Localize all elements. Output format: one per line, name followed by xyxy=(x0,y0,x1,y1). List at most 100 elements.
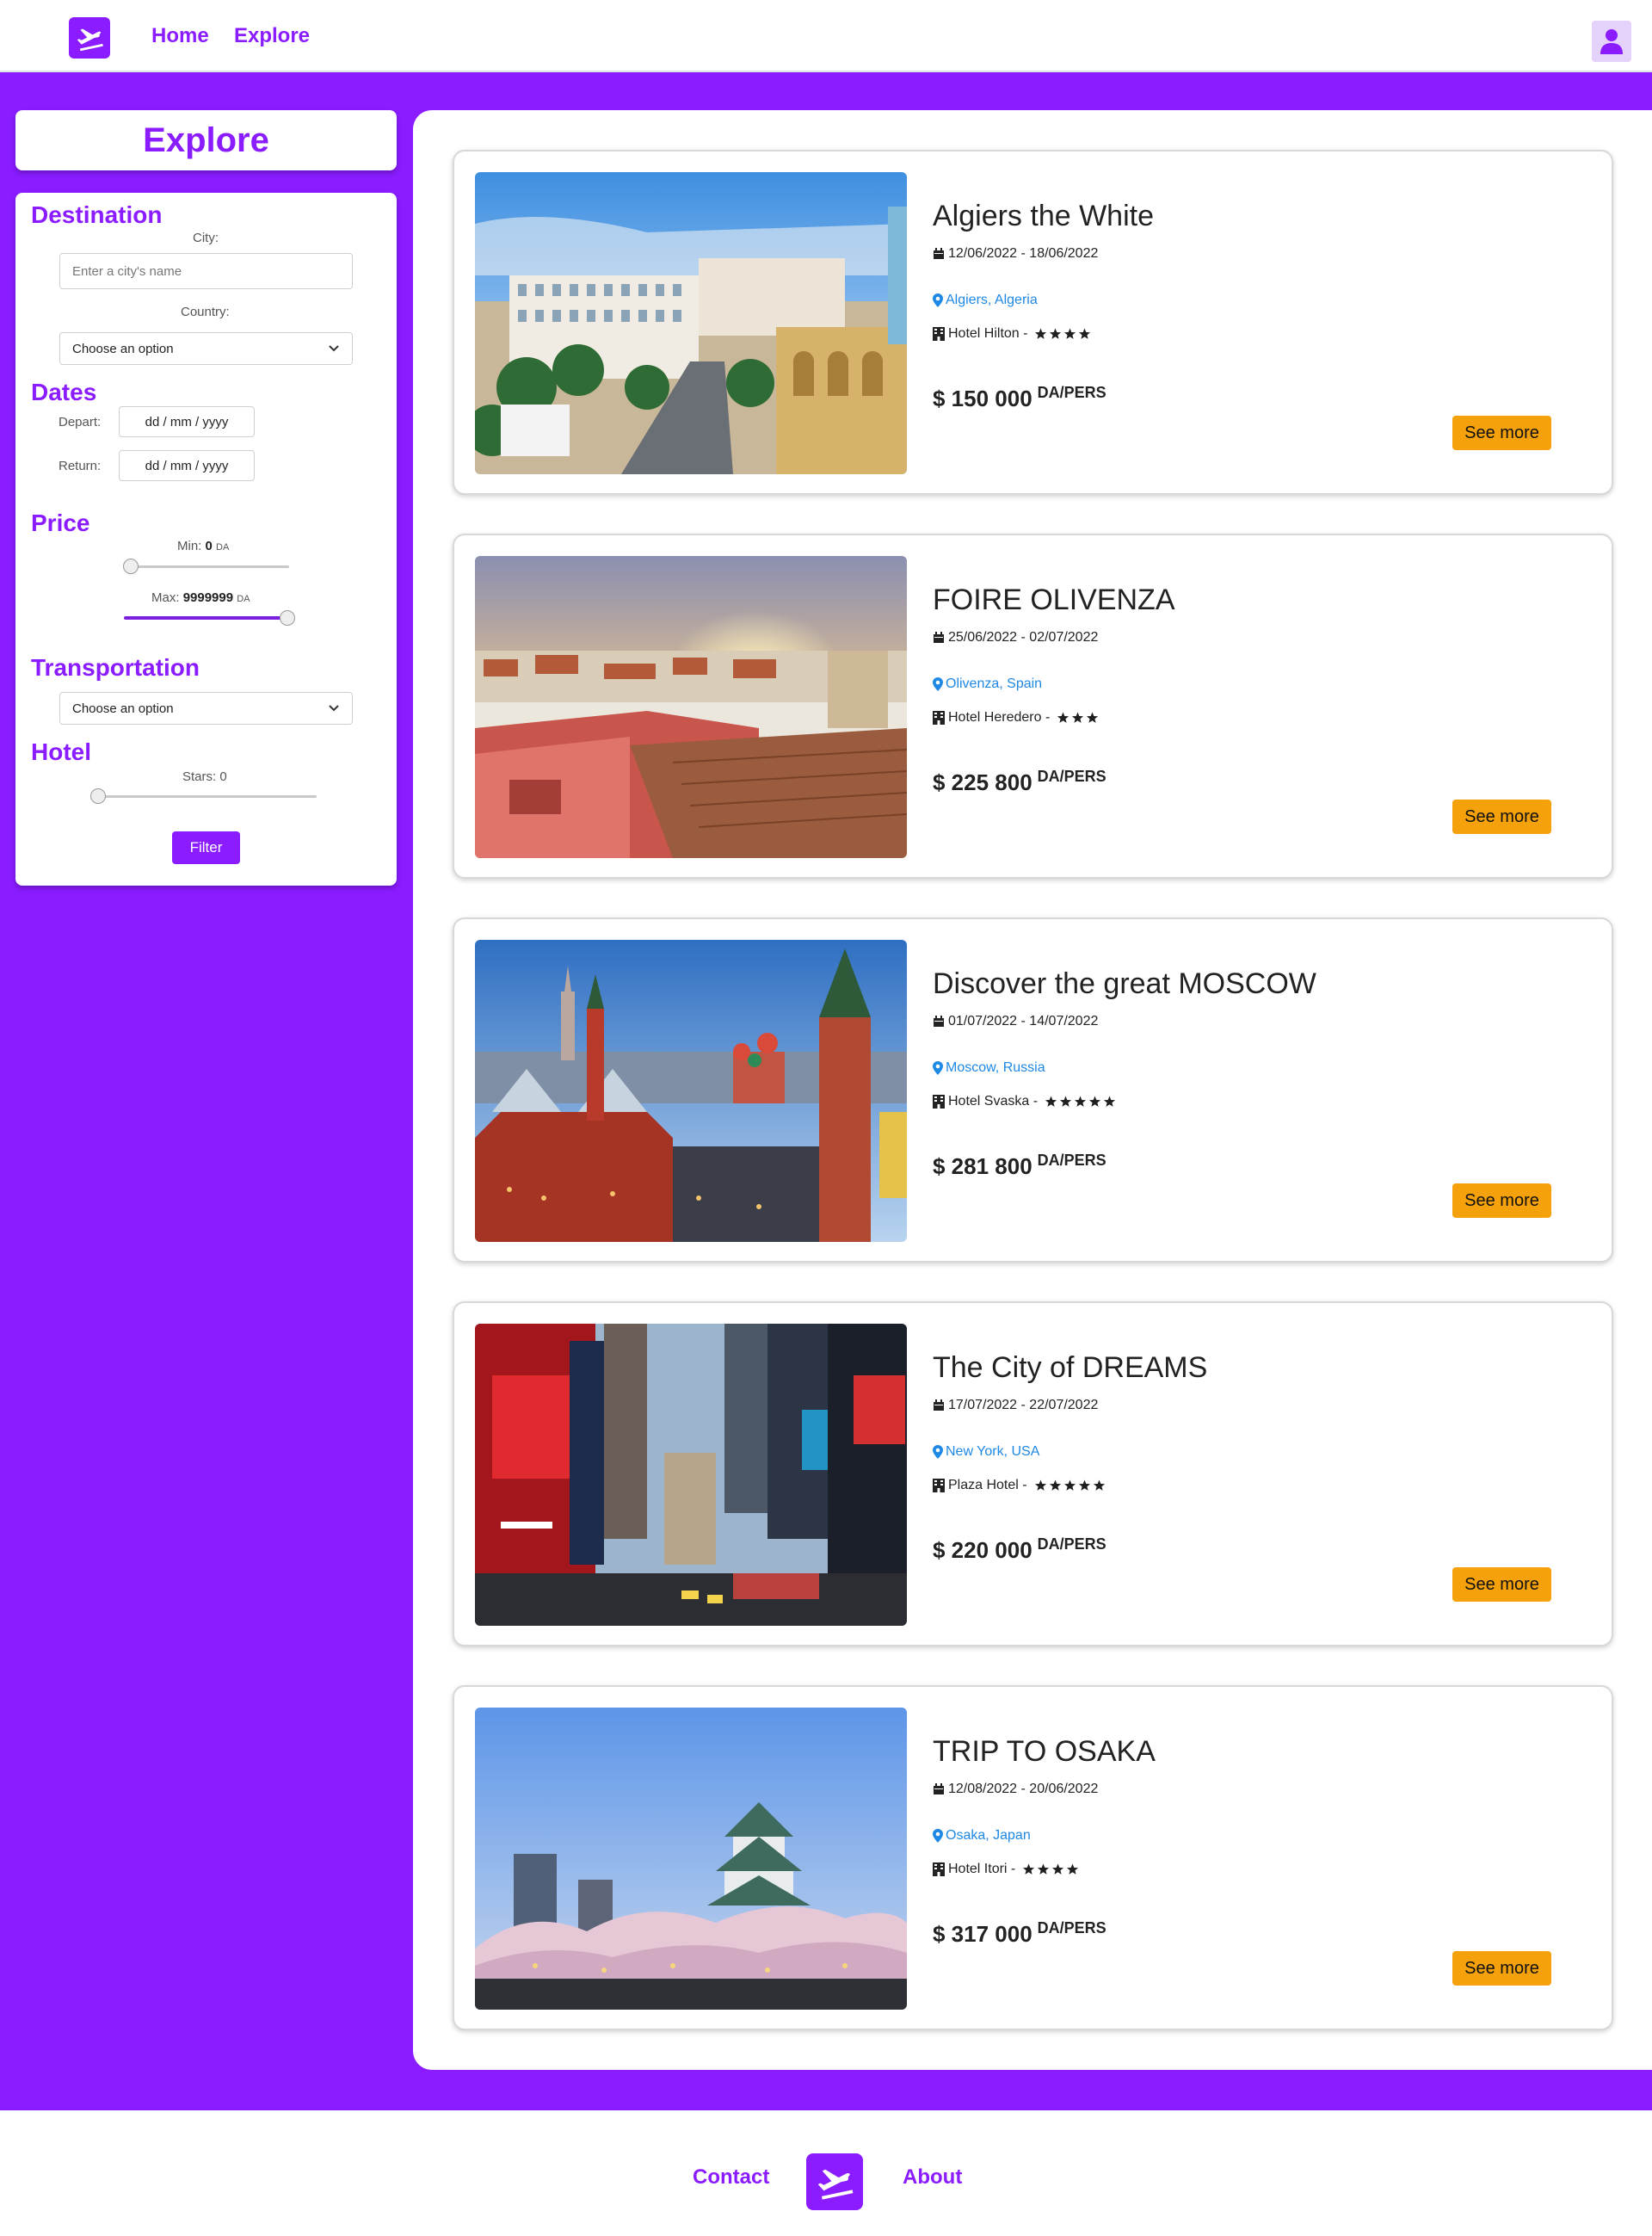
price-max-label: Max: 9999999 DA xyxy=(151,590,250,605)
trip-image-olivenza[interactable] xyxy=(475,556,907,858)
nav-home-link[interactable]: Home xyxy=(151,24,209,48)
trip-price-unit: DA/PERS xyxy=(1037,768,1106,785)
stars-slider-thumb[interactable] xyxy=(90,788,106,804)
user-icon xyxy=(1600,29,1623,54)
return-date-input[interactable]: dd / mm / yyyy xyxy=(119,450,255,481)
star-icon xyxy=(1072,712,1084,723)
map-pin-icon xyxy=(933,1445,943,1459)
return-label: Return: xyxy=(59,459,102,473)
price-max-slider-fill[interactable] xyxy=(124,616,287,620)
see-more-button[interactable]: See more xyxy=(1452,800,1551,834)
map-pin-icon xyxy=(933,1829,943,1843)
trip-dates: 12/08/2022 - 20/06/2022 xyxy=(933,1782,1098,1797)
trip-hotel-text: Hotel Svaska - xyxy=(948,1094,1039,1109)
trip-price: $ 225 800 DA/PERS xyxy=(933,768,1106,796)
trip-hotel: Hotel Heredero - xyxy=(933,710,1099,726)
price-max-slider-thumb[interactable] xyxy=(280,610,295,626)
filter-button[interactable]: Filter xyxy=(172,831,240,864)
map-pin-icon xyxy=(933,677,943,691)
hotel-stars xyxy=(1057,712,1099,724)
see-more-button[interactable]: See more xyxy=(1452,1567,1551,1602)
footer-about-link[interactable]: About xyxy=(903,2165,962,2190)
trip-location[interactable]: Osaka, Japan xyxy=(933,1828,1031,1844)
country-select[interactable]: Choose an option xyxy=(59,332,353,365)
see-more-button[interactable]: See more xyxy=(1452,1951,1551,1986)
star-icon xyxy=(1074,1096,1087,1107)
trip-dates-text: 17/07/2022 - 22/07/2022 xyxy=(948,1398,1099,1412)
star-icon xyxy=(1078,1479,1090,1491)
hotel-stars xyxy=(1045,1096,1116,1108)
trip-dates-text: 01/07/2022 - 14/07/2022 xyxy=(948,1014,1099,1028)
trip-price: $ 220 000 DA/PERS xyxy=(933,1535,1106,1564)
price-min-value: 0 xyxy=(205,539,213,553)
trip-image-moscow[interactable] xyxy=(475,940,907,1242)
hotel-stars xyxy=(1034,1479,1106,1492)
star-icon xyxy=(1049,1479,1061,1491)
trip-location[interactable]: New York, USA xyxy=(933,1444,1039,1460)
trip-price-value: $ 150 000 xyxy=(933,386,1032,411)
depart-label: Depart: xyxy=(59,415,102,429)
user-account-button[interactable] xyxy=(1592,21,1631,62)
star-icon xyxy=(1079,328,1091,339)
brand-logo[interactable] xyxy=(69,17,110,59)
country-label: Country: xyxy=(181,305,230,319)
nav-explore-link[interactable]: Explore xyxy=(234,24,310,48)
trip-image-algiers[interactable] xyxy=(475,172,907,474)
trip-price-unit: DA/PERS xyxy=(1037,1535,1106,1553)
trip-image-new-york[interactable] xyxy=(475,1324,907,1626)
airplane-icon xyxy=(817,2169,854,2200)
trip-hotel: Hotel Itori - xyxy=(933,1862,1079,1877)
see-more-button[interactable]: See more xyxy=(1452,1183,1551,1218)
trip-dates: 12/06/2022 - 18/06/2022 xyxy=(933,246,1098,262)
trip-price-value: $ 220 000 xyxy=(933,1537,1032,1563)
trip-dates: 17/07/2022 - 22/07/2022 xyxy=(933,1398,1098,1413)
trip-price: $ 150 000 DA/PERS xyxy=(933,384,1106,412)
calendar-icon xyxy=(934,1016,944,1027)
star-icon xyxy=(1067,1863,1079,1875)
transportation-select-value: Choose an option xyxy=(72,701,174,716)
star-icon xyxy=(1023,1863,1035,1875)
trip-price-unit: DA/PERS xyxy=(1037,1919,1106,1936)
trip-dates: 01/07/2022 - 14/07/2022 xyxy=(933,1014,1098,1029)
trip-dates-text: 12/08/2022 - 20/06/2022 xyxy=(948,1782,1099,1796)
star-icon xyxy=(1038,1863,1050,1875)
trip-card: Discover the great MOSCOW 01/07/2022 - 1… xyxy=(453,917,1613,1263)
trip-hotel-text: Hotel Itori - xyxy=(948,1862,1016,1876)
footer-contact-link[interactable]: Contact xyxy=(693,2165,769,2190)
calendar-icon xyxy=(934,1783,944,1794)
chevron-down-icon xyxy=(329,705,339,712)
trip-location[interactable]: Olivenza, Spain xyxy=(933,676,1042,692)
trip-title: The City of DREAMS xyxy=(933,1351,1208,1384)
building-icon xyxy=(933,1479,945,1492)
hotel-stars xyxy=(1022,1863,1079,1875)
price-min-label: Min: 0 DA xyxy=(177,539,229,553)
star-icon xyxy=(1064,328,1076,339)
star-icon xyxy=(1087,712,1099,723)
trip-title: FOIRE OLIVENZA xyxy=(933,584,1175,616)
building-icon xyxy=(933,711,945,725)
depart-date-input[interactable]: dd / mm / yyyy xyxy=(119,406,255,437)
price-max-currency: DA xyxy=(237,594,250,604)
trip-price-value: $ 225 800 xyxy=(933,769,1032,795)
star-icon xyxy=(1088,1096,1101,1107)
trip-location[interactable]: Moscow, Russia xyxy=(933,1060,1045,1076)
footer-logo[interactable] xyxy=(806,2153,863,2210)
stars-value: 0 xyxy=(219,769,227,784)
trip-location[interactable]: Algiers, Algeria xyxy=(933,293,1038,308)
price-section-title: Price xyxy=(31,510,90,536)
see-more-button[interactable]: See more xyxy=(1452,416,1551,450)
transportation-select[interactable]: Choose an option xyxy=(59,692,353,725)
star-icon xyxy=(1103,1096,1116,1107)
star-icon xyxy=(1057,712,1069,723)
building-icon xyxy=(933,1862,945,1876)
trip-dates: 25/06/2022 - 02/07/2022 xyxy=(933,630,1098,645)
trip-image-osaka[interactable] xyxy=(475,1708,907,2010)
top-navbar: Home Explore xyxy=(0,0,1652,72)
map-pin-icon xyxy=(933,1061,943,1075)
price-min-slider-track[interactable] xyxy=(131,565,289,568)
trip-price: $ 281 800 DA/PERS xyxy=(933,1152,1106,1180)
calendar-icon xyxy=(934,632,944,643)
price-min-slider-thumb[interactable] xyxy=(123,559,139,574)
city-input[interactable] xyxy=(59,253,353,289)
stars-slider-track[interactable] xyxy=(98,795,317,798)
